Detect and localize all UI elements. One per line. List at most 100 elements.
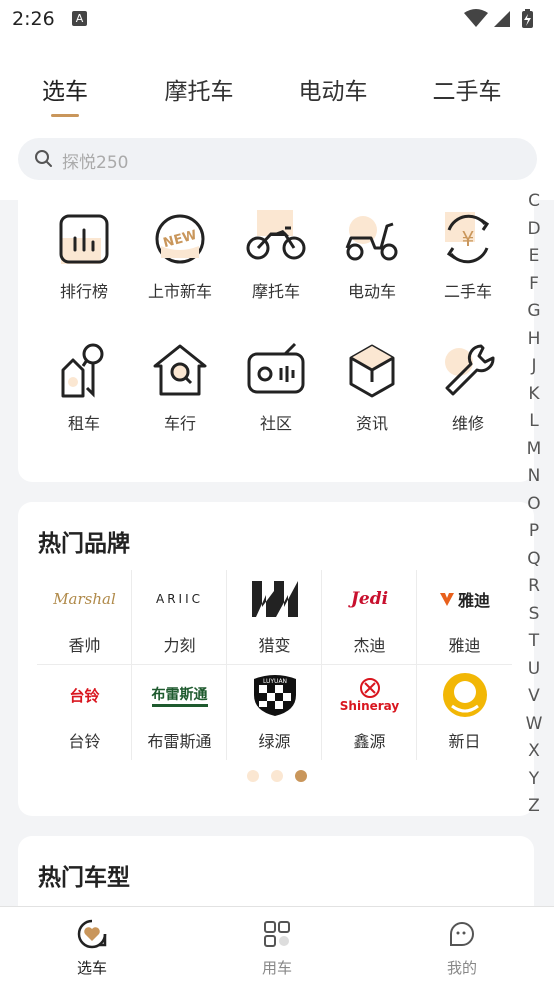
brand-logo-liebian [227, 570, 322, 628]
alphabet-letter[interactable]: T [520, 628, 548, 656]
cube-icon [341, 340, 403, 402]
alphabet-letter[interactable]: K [520, 381, 548, 409]
divider [416, 570, 417, 760]
scooter-icon [341, 208, 403, 270]
func-ranking[interactable]: 排行榜 [36, 208, 132, 302]
alphabet-letter[interactable]: D [520, 216, 548, 244]
brand-logo-sunra [417, 666, 512, 724]
func-dealer[interactable]: 车行 [132, 340, 228, 434]
brand-item[interactable]: Shineray 鑫源 [322, 666, 417, 761]
alphabet-letter[interactable]: X [520, 738, 548, 766]
brand-logo-jedi: Jedi [350, 589, 389, 609]
alphabet-letter[interactable]: W [520, 711, 548, 739]
nav-select-car[interactable]: 选车 [32, 919, 152, 978]
motorcycle-icon [245, 208, 307, 270]
alphabet-letter[interactable]: R [520, 573, 548, 601]
divider [37, 664, 512, 665]
status-time: 2:26 [12, 8, 55, 30]
func-used-car[interactable]: ¥ 二手车 [420, 208, 516, 302]
alphabet-letter[interactable]: G [520, 298, 548, 326]
alphabet-letter[interactable]: V [520, 683, 548, 711]
brand-logo-yadea: 雅迪 [417, 570, 512, 628]
func-repair[interactable]: 维修 [420, 340, 516, 434]
svg-text:¥: ¥ [462, 227, 475, 251]
brand-logo-tailg: 台铃 [69, 686, 100, 705]
divider [321, 570, 322, 760]
brand-item[interactable]: Jedi 杰迪 [322, 570, 417, 665]
alphabet-letter[interactable]: C [520, 188, 548, 216]
brand-item[interactable]: 布雷斯通 布雷斯通 [132, 666, 227, 761]
func-new-car[interactable]: NEW 上市新车 [132, 208, 228, 302]
status-bar: 2:26 A [0, 0, 554, 40]
used-car-icon: ¥ [437, 208, 499, 270]
brand-item[interactable]: ARIIC 力刻 [132, 570, 227, 665]
alphabet-letter[interactable]: Z [520, 793, 548, 821]
func-community[interactable]: 社区 [228, 340, 324, 434]
alphabet-letter[interactable]: Y [520, 766, 548, 794]
new-car-icon: NEW [149, 208, 211, 270]
page-dot[interactable] [247, 770, 259, 782]
yadea-v-icon [439, 593, 454, 606]
svg-text:LUYUAN: LUYUAN [262, 678, 286, 685]
nav-profile[interactable]: 我的 [402, 919, 522, 978]
alphabet-letter[interactable]: S [520, 601, 548, 629]
alphabet-letter[interactable]: U [520, 656, 548, 684]
tab-electric[interactable]: 电动车 [268, 72, 398, 106]
status-icons [464, 9, 533, 28]
profile-icon [450, 922, 474, 946]
search-icon [35, 150, 52, 167]
page-dot[interactable] [271, 770, 283, 782]
brand-logo-marshal: Marshal [53, 590, 116, 608]
brand-logo-luyuan: LUYUAN [227, 666, 322, 724]
active-tab-indicator [51, 114, 79, 117]
alphabet-letter[interactable]: E [520, 243, 548, 271]
top-tabs: 选车 摩托车 电动车 二手车 [0, 72, 554, 122]
alphabet-letter[interactable]: H [520, 326, 548, 354]
brand-logo-bridgestone: 布雷斯通 [132, 666, 227, 724]
header: 选车 摩托车 电动车 二手车 探悦250 [0, 40, 554, 200]
alphabet-letter[interactable]: Q [520, 546, 548, 574]
divider [131, 570, 132, 760]
nav-use-car[interactable]: 用车 [217, 919, 337, 978]
function-grid: 排行榜 NEW 上市新车 摩托车 电动车 ¥ 二手车 租车 车行 社区 资讯 维… [18, 190, 534, 482]
brand-item[interactable]: 台铃 台铃 [37, 666, 132, 761]
brand-item[interactable]: 雅迪 雅迪 [417, 570, 512, 665]
search-input[interactable]: 探悦250 [18, 138, 537, 180]
tab-used[interactable]: 二手车 [402, 72, 532, 106]
alphabet-letter[interactable]: M [520, 436, 548, 464]
brand-logo-shineray: Shineray [322, 666, 417, 724]
alphabet-letter[interactable]: N [520, 463, 548, 491]
radio-icon [245, 340, 307, 402]
alphabet-letter[interactable]: L [520, 408, 548, 436]
svg-text:NEW: NEW [162, 228, 199, 251]
func-motorcycle[interactable]: 摩托车 [228, 208, 324, 302]
select-car-icon [77, 919, 107, 949]
tab-motorcycle[interactable]: 摩托车 [134, 72, 264, 106]
shineray-emblem-icon [359, 678, 380, 698]
alphabet-letter[interactable]: F [520, 271, 548, 299]
func-rent[interactable]: 租车 [36, 340, 132, 434]
dealer-house-icon [149, 340, 211, 402]
brand-item[interactable]: 猎变 [227, 570, 322, 665]
brand-logo-ariic: ARIIC [155, 592, 203, 606]
wrench-icon [437, 340, 499, 402]
bottom-nav: 选车 用车 我的 [0, 906, 554, 984]
use-car-grid-icon [264, 921, 290, 947]
alphabet-index[interactable]: CDEFGHJKLMNOPQRSTUVWXYZ [520, 188, 548, 821]
divider [226, 570, 227, 760]
brand-item[interactable]: LUYUAN 绿源 [227, 666, 322, 761]
func-scooter[interactable]: 电动车 [324, 208, 420, 302]
alphabet-letter[interactable]: J [520, 353, 548, 381]
hot-brands-card: 热门品牌 Marshal 香帅 ARIIC 力刻 猎变 Jedi 杰迪 雅迪 雅… [18, 502, 534, 816]
hot-models-title: 热门车型 [38, 865, 130, 891]
alphabet-letter[interactable]: P [520, 518, 548, 546]
alphabet-letter[interactable]: O [520, 491, 548, 519]
notification-icon: A [72, 11, 87, 26]
hot-brands-title: 热门品牌 [38, 531, 130, 557]
brand-item[interactable]: 新日 [417, 666, 512, 761]
rent-key-icon [53, 340, 115, 402]
brand-item[interactable]: Marshal 香帅 [37, 570, 132, 665]
page-dot-active[interactable] [295, 770, 307, 782]
tab-select-car[interactable]: 选车 [0, 72, 130, 117]
func-news[interactable]: 资讯 [324, 340, 420, 434]
